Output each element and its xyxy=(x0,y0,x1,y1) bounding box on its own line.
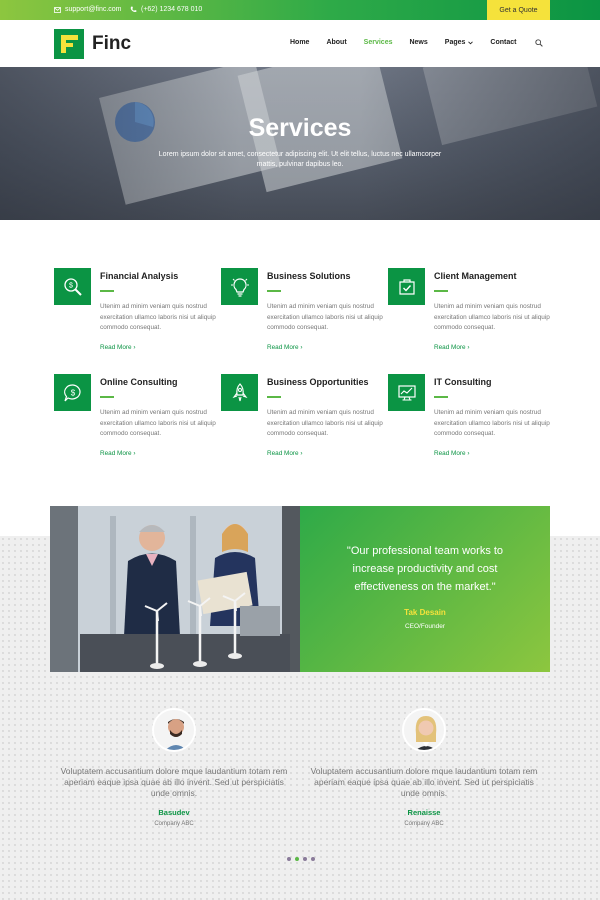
svg-text:$: $ xyxy=(69,282,73,289)
service-description: Utenim ad minim veniam quis nostrud exer… xyxy=(267,409,383,437)
nav-pages[interactable]: Pages xyxy=(445,39,474,46)
read-more-link[interactable]: Read More › xyxy=(100,344,136,351)
service-card: Business Solutions Utenim ad minim venia… xyxy=(221,268,383,358)
read-more-link[interactable]: Read More › xyxy=(267,344,303,351)
carousel-dot[interactable] xyxy=(287,857,291,861)
email-contact[interactable]: support@finc.com xyxy=(54,6,122,13)
phone-text: (+62) 1234 678 010 xyxy=(141,6,203,13)
read-more-link[interactable]: Read More › xyxy=(434,344,470,351)
nav-services[interactable]: Services xyxy=(364,39,393,46)
service-title: Client Management xyxy=(434,271,517,281)
hero-subtitle: Lorem ipsum dolor sit amet, consectetur … xyxy=(158,151,442,168)
logo-text: Finc xyxy=(92,33,132,54)
title-underline xyxy=(267,396,281,398)
carousel-pagination xyxy=(287,857,315,861)
chevron-right-icon: › xyxy=(300,344,303,351)
quote-author-name: Tak Desain xyxy=(404,608,446,617)
service-title: Financial Analysis xyxy=(100,271,179,281)
service-card: Client Management Utenim ad minim veniam… xyxy=(388,268,550,358)
quote-panel: "Our professional team works to increase… xyxy=(300,506,550,672)
monitor-chart-icon xyxy=(388,374,425,411)
title-underline xyxy=(434,396,448,398)
testimonial-company: Company ABC xyxy=(404,821,444,827)
nav-contact[interactable]: Contact xyxy=(490,39,516,46)
service-card: $ Financial Analysis Utenim ad minim ven… xyxy=(54,268,216,358)
hero-banner: Services Lorem ipsum dolor sit amet, con… xyxy=(0,67,600,220)
carousel-dot[interactable] xyxy=(311,857,315,861)
chevron-right-icon: › xyxy=(467,344,470,351)
top-bar: support@finc.com (+62) 1234 678 010 Get … xyxy=(0,0,600,20)
lightbulb-icon xyxy=(221,268,258,305)
title-underline xyxy=(434,290,448,292)
testimonial-name: Basudev xyxy=(158,808,190,817)
service-card: IT Consulting Utenim ad minim veniam qui… xyxy=(388,374,550,464)
envelope-icon xyxy=(54,6,61,13)
service-description: Utenim ad minim veniam quis nostrud exer… xyxy=(100,409,216,437)
service-description: Utenim ad minim veniam quis nostrud exer… xyxy=(434,303,550,331)
service-title: Business Solutions xyxy=(267,271,351,281)
service-description: Utenim ad minim veniam quis nostrud exer… xyxy=(100,303,216,331)
read-more-link[interactable]: Read More › xyxy=(267,450,303,457)
phone-icon xyxy=(130,6,137,12)
rocket-icon xyxy=(221,374,258,411)
quote-author-role: CEO/Founder xyxy=(404,623,446,630)
phone-contact[interactable]: (+62) 1234 678 010 xyxy=(130,6,202,13)
magnifier-dollar-icon: $ xyxy=(54,268,91,305)
main-nav: Home About Services News Pages Contact xyxy=(290,39,516,46)
title-underline xyxy=(100,290,114,292)
service-card: Business Opportunities Utenim ad minim v… xyxy=(221,374,383,464)
main-navbar: Finc Home About Services News Pages Cont… xyxy=(0,20,600,67)
logo-mark-icon xyxy=(54,29,84,59)
chevron-right-icon: › xyxy=(133,344,136,351)
nav-pages-label: Pages xyxy=(444,39,466,46)
carousel-dot[interactable] xyxy=(303,857,307,861)
nav-news[interactable]: News xyxy=(409,39,427,46)
get-quote-button[interactable]: Get a Quote xyxy=(487,0,550,20)
testimonial-name: Renaisse xyxy=(407,808,441,817)
service-description: Utenim ad minim veniam quis nostrud exer… xyxy=(434,409,550,437)
avatar xyxy=(152,708,196,752)
title-underline xyxy=(100,396,114,398)
email-text: support@finc.com xyxy=(65,6,122,13)
quote-text: "Our professional team works to increase… xyxy=(346,545,504,593)
search-icon[interactable] xyxy=(535,39,543,47)
testimonial-text: Voluptatem accusantium dolore mque lauda… xyxy=(60,766,288,798)
nav-home[interactable]: Home xyxy=(290,39,309,46)
testimonial-text: Voluptatem accusantium dolore mque lauda… xyxy=(310,766,538,798)
title-underline xyxy=(267,290,281,292)
logo[interactable]: Finc xyxy=(54,29,131,59)
team-meeting-photo xyxy=(50,506,300,672)
read-more-link[interactable]: Read More › xyxy=(100,450,136,457)
avatar xyxy=(402,708,446,752)
read-more-link[interactable]: Read More › xyxy=(434,450,470,457)
nav-about[interactable]: About xyxy=(326,39,346,46)
chat-dollar-icon: $ xyxy=(54,374,91,411)
service-title: IT Consulting xyxy=(434,377,492,387)
testimonial-company: Company ABC xyxy=(154,821,194,827)
chevron-right-icon: › xyxy=(133,450,136,457)
service-title: Business Opportunities xyxy=(267,377,369,387)
service-card: $ Online Consulting Utenim ad minim veni… xyxy=(54,374,216,464)
chevron-right-icon: › xyxy=(300,450,303,457)
hero-title: Services xyxy=(248,114,352,142)
chevron-right-icon: › xyxy=(467,450,470,457)
svg-text:$: $ xyxy=(70,388,75,397)
chevron-down-icon xyxy=(468,40,474,44)
service-title: Online Consulting xyxy=(100,377,178,387)
briefcase-check-icon xyxy=(388,268,425,305)
service-description: Utenim ad minim veniam quis nostrud exer… xyxy=(267,303,383,331)
carousel-dot-active[interactable] xyxy=(295,857,299,861)
